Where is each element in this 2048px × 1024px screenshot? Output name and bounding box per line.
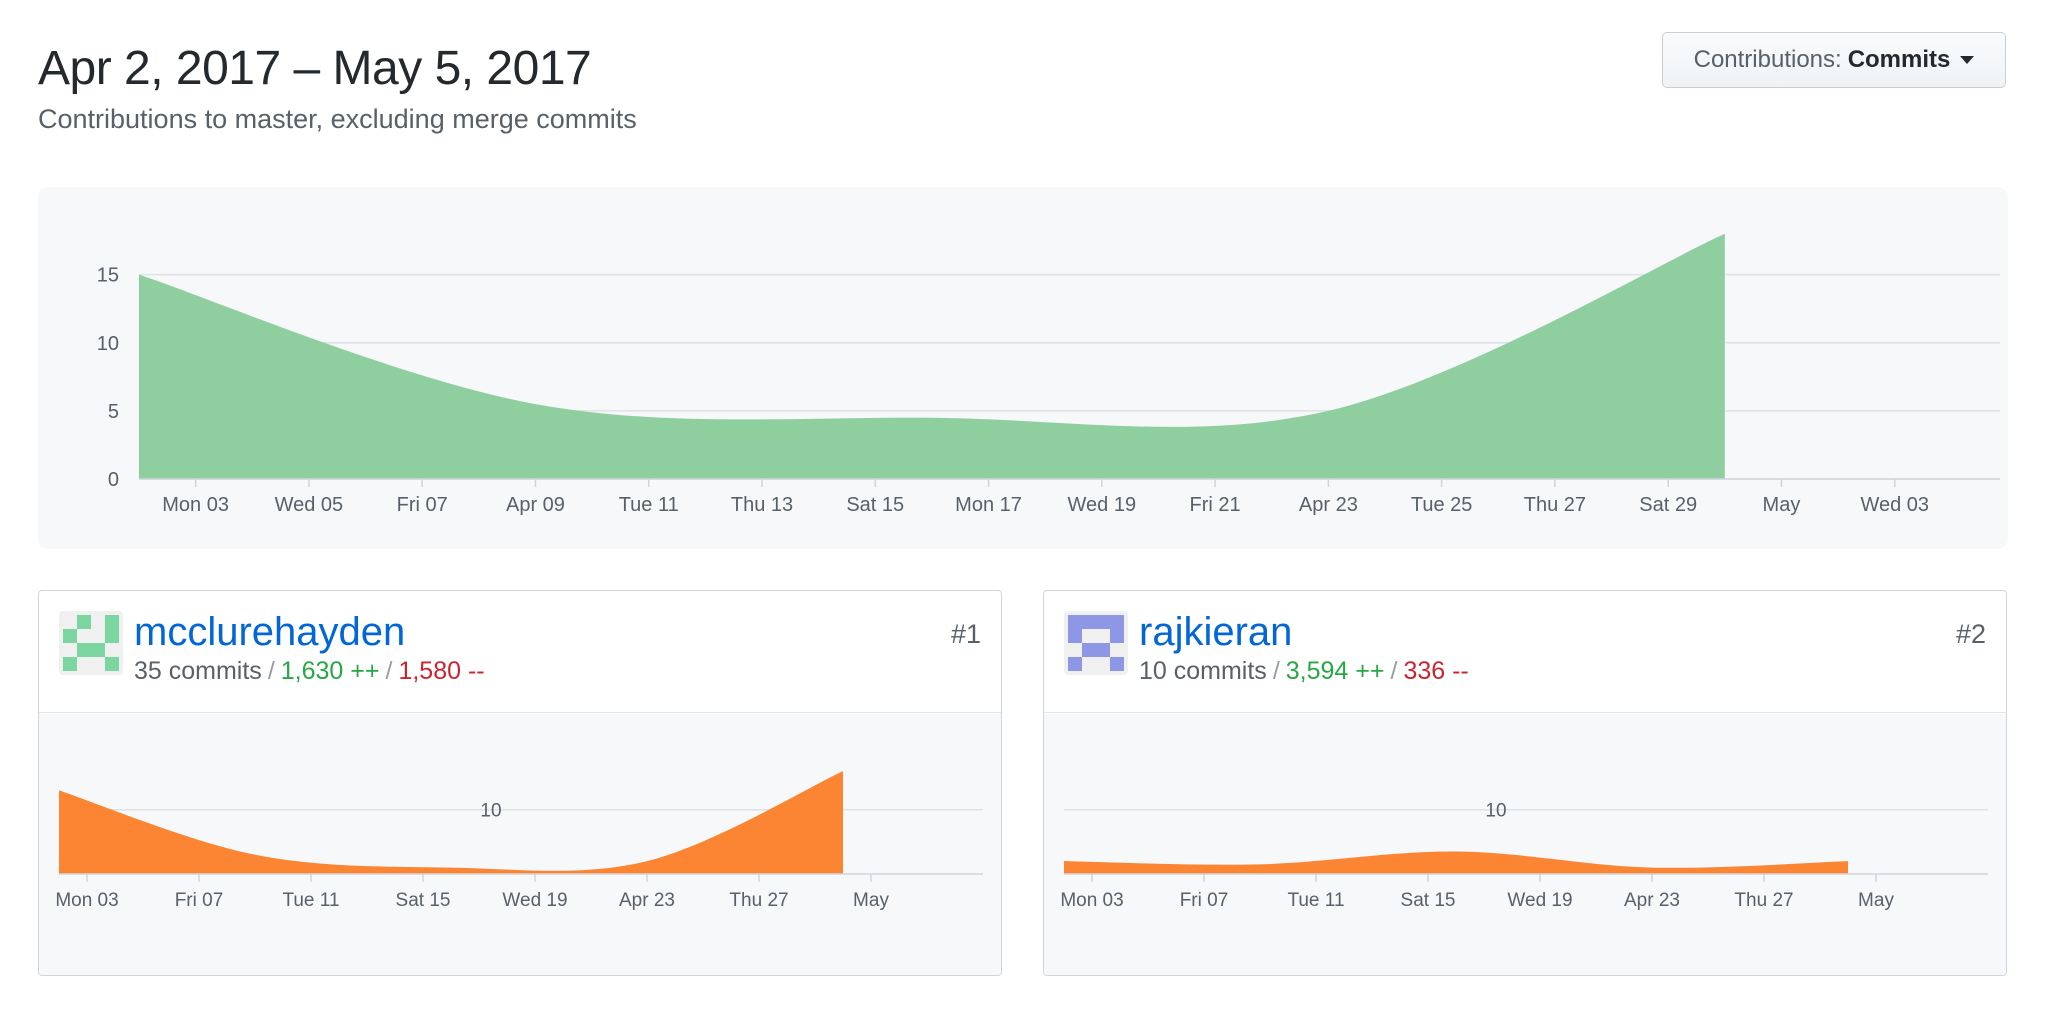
avatar-pixel	[1110, 629, 1124, 643]
x-tick-label: Fri 07	[1180, 890, 1229, 911]
contributor-card-header: mcclurehayden 35 commits/1,630 ++/1,580 …	[39, 591, 1001, 713]
main-chart: 0 5 10 15 Mon 03 Wed 05 Fri 07 Apr 09 Tue 11 Thu …	[38, 187, 2008, 549]
avatar-pixel	[63, 629, 77, 643]
avatar-pixel	[1082, 615, 1096, 629]
x-tick-label: Mon 17	[955, 494, 1022, 516]
header: Apr 2, 2017 – May 5, 2017 Contributions …	[38, 38, 637, 135]
contributor-stats: 35 commits/1,630 ++/1,580 --	[134, 657, 485, 686]
area-series	[59, 771, 843, 874]
deletions-count: 1,580 --	[398, 657, 485, 685]
x-tick-label: Thu 27	[729, 890, 788, 911]
area-series	[139, 233, 1725, 479]
y-tick-label: 15	[97, 265, 119, 287]
contributor-card: mcclurehayden 35 commits/1,630 ++/1,580 …	[38, 590, 1002, 976]
x-tick-label: Tue 11	[282, 890, 339, 911]
x-tick-label: Thu 27	[1734, 890, 1793, 911]
y-tick-label: 0	[108, 469, 119, 491]
y-tick-label: 10	[1485, 801, 1506, 822]
y-tick-label: 5	[108, 401, 119, 423]
avatar-pixel	[63, 657, 77, 671]
commit-count: 35 commits	[134, 657, 262, 685]
avatar-pixel	[1068, 615, 1082, 629]
x-tick-label: Sat 15	[1401, 890, 1456, 911]
x-tick-label: Apr 23	[619, 890, 675, 911]
page-title: Apr 2, 2017 – May 5, 2017	[38, 42, 592, 95]
contributions-value: Commits	[1847, 46, 1951, 73]
contributions-dropdown-button[interactable]: Contributions: Commits	[1662, 32, 2006, 88]
x-tick-label: Fri 07	[397, 494, 448, 516]
avatar-pixel	[77, 615, 91, 629]
contributor-rank: #2	[1955, 619, 1986, 649]
x-tick-label: Wed 05	[275, 494, 344, 516]
page-subtitle: Contributions to master, excluding merge…	[38, 104, 637, 134]
stat-separator: /	[385, 657, 393, 685]
y-tick-label: 10	[97, 333, 119, 355]
avatar[interactable]	[1064, 611, 1128, 675]
x-tick-label: May	[1858, 890, 1894, 911]
x-tick-label: Sat 15	[396, 890, 451, 911]
x-tick-label: Sat 15	[846, 494, 904, 516]
avatar[interactable]	[59, 611, 123, 675]
x-tick-label: Fri 07	[175, 890, 224, 911]
avatar-pixel	[105, 629, 119, 643]
stat-separator: /	[267, 657, 275, 685]
area-series	[1064, 851, 1848, 874]
x-tick-label: Thu 13	[731, 494, 793, 516]
x-tick-label: Wed 19	[502, 890, 567, 911]
contributor-stats: 10 commits/3,594 ++/336 --	[1139, 657, 1469, 686]
x-tick-label: Mon 03	[55, 890, 118, 911]
x-tick-label: Mon 03	[162, 494, 229, 516]
stat-separator: /	[1390, 657, 1398, 685]
contributor-chart: 10 Mon 03 Fri 07 Tue 11 Sat 15 Wed 19 Apr 23 Th…	[39, 714, 1001, 975]
x-tick-label: Apr 23	[1299, 494, 1358, 516]
x-tick-label: Fri 21	[1190, 494, 1241, 516]
avatar-pixel	[1110, 657, 1124, 671]
contributor-rank: #1	[950, 619, 981, 649]
y-tick-label: 10	[480, 801, 501, 822]
contributor-username-link[interactable]: rajkieran	[1139, 607, 1292, 657]
x-tick-label: May	[1763, 494, 1801, 516]
additions-count: 1,630 ++	[280, 657, 380, 685]
caret-down-icon	[1960, 56, 1975, 64]
x-tick-label: Apr 09	[506, 494, 565, 516]
deletions-count: 336 --	[1403, 657, 1469, 685]
avatar-pixel	[77, 643, 91, 657]
contributor-chart-svg: 10 Mon 03 Fri 07 Tue 11 Sat 15 Wed 19 Apr 23 Th…	[1060, 801, 1988, 911]
x-tick-label: Sat 29	[1639, 494, 1697, 516]
avatar-pixel	[1096, 643, 1110, 657]
contributor-chart-svg: 10 Mon 03 Fri 07 Tue 11 Sat 15 Wed 19 Apr 23 Th…	[55, 771, 983, 911]
main-chart-svg: 0 5 10 15 Mon 03 Wed 05 Fri 07 Apr 09 Tue 11 Thu …	[97, 233, 2000, 516]
x-tick-label: Mon 03	[1060, 890, 1123, 911]
avatar-pixel	[1110, 615, 1124, 629]
x-tick-label: Wed 03	[1860, 494, 1929, 516]
x-tick-label: Tue 25	[1411, 494, 1473, 516]
avatar-pixel	[1068, 629, 1082, 643]
contributor-card: rajkieran 10 commits/3,594 ++/336 -- #2 …	[1043, 590, 2007, 976]
avatar-pixel	[105, 657, 119, 671]
avatar-pixel	[1096, 615, 1110, 629]
contributions-label: Contributions:	[1693, 46, 1842, 73]
x-tick-label: Thu 27	[1524, 494, 1586, 516]
x-tick-label: May	[853, 890, 889, 911]
x-tick-label: Tue 11	[1287, 890, 1344, 911]
stat-separator: /	[1272, 657, 1280, 685]
avatar-pixel	[91, 643, 105, 657]
commit-count: 10 commits	[1139, 657, 1267, 685]
additions-count: 3,594 ++	[1285, 657, 1385, 685]
contributor-chart: 10 Mon 03 Fri 07 Tue 11 Sat 15 Wed 19 Apr 23 Th…	[1044, 714, 2006, 975]
x-tick-label: Wed 19	[1507, 890, 1572, 911]
avatar-pixel	[1082, 643, 1096, 657]
x-tick-label: Wed 19	[1068, 494, 1137, 516]
avatar-pixel	[1068, 657, 1082, 671]
contributor-card-header: rajkieran 10 commits/3,594 ++/336 -- #2	[1044, 591, 2006, 713]
x-tick-label: Apr 23	[1624, 890, 1680, 911]
x-tick-label: Tue 11	[619, 494, 679, 516]
contributor-username-link[interactable]: mcclurehayden	[134, 607, 405, 657]
avatar-pixel	[105, 615, 119, 629]
